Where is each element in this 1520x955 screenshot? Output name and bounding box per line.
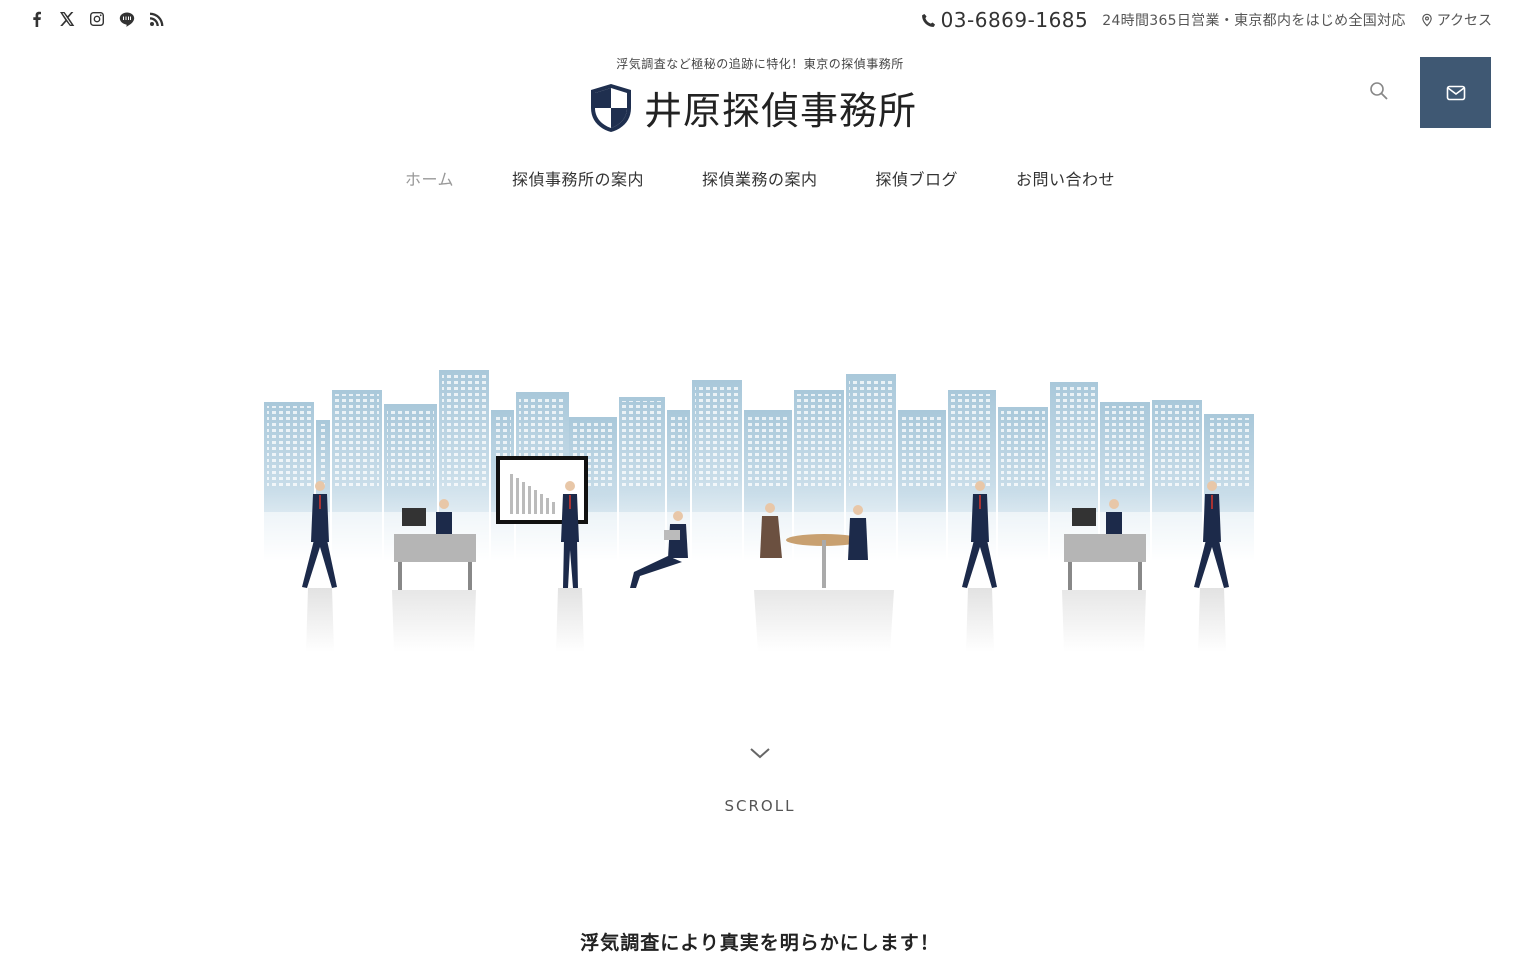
- desk-top: [394, 534, 476, 562]
- desk-leg: [468, 562, 472, 590]
- access-label: アクセス: [1436, 13, 1492, 29]
- desk-top: [1064, 534, 1146, 562]
- scroll-label: SCROLL: [724, 797, 796, 815]
- person-body: [1106, 512, 1122, 534]
- building-windows: [622, 401, 662, 486]
- business-people-cityscape-illustration: [264, 370, 1256, 652]
- nav-item-blog[interactable]: 探偵ブログ: [876, 166, 959, 190]
- search-icon: [1370, 82, 1388, 100]
- person-tie: [979, 495, 981, 509]
- building-windows: [1155, 404, 1199, 486]
- person-head: [315, 481, 325, 491]
- person-tie: [1211, 495, 1213, 509]
- building-windows: [695, 384, 739, 486]
- nav-item-services[interactable]: 探偵業務の案内: [702, 166, 818, 190]
- search-button[interactable]: [1368, 80, 1390, 102]
- person-reflection: [966, 588, 994, 652]
- meeting-reflection: [754, 590, 894, 652]
- desk-leg: [1138, 562, 1142, 590]
- phone-link[interactable]: 03-6869-1685: [921, 8, 1089, 32]
- building-windows: [747, 414, 789, 486]
- monitor: [402, 508, 426, 526]
- site-tagline: 浮気調査など極秘の追跡に特化！東京の探偵事務所: [616, 57, 904, 71]
- social-links: [28, 9, 166, 29]
- building-windows: [319, 424, 327, 486]
- site-name: 井原探偵事務所: [644, 89, 918, 133]
- person-reflection: [556, 588, 584, 652]
- building-windows: [335, 394, 379, 486]
- building-windows: [1103, 406, 1147, 486]
- line-icon[interactable]: [118, 9, 136, 29]
- shield-icon: [591, 83, 631, 132]
- person-body: [436, 512, 452, 534]
- monitor: [1072, 508, 1096, 526]
- x-icon[interactable]: [58, 9, 76, 29]
- building-windows: [387, 408, 434, 486]
- mail-icon: [1446, 85, 1465, 100]
- chevron-down-icon: [750, 748, 770, 759]
- board-bar: [534, 490, 537, 514]
- person-head: [853, 505, 863, 515]
- desk-leg: [1068, 562, 1072, 590]
- contact-mail-button[interactable]: [1420, 57, 1491, 128]
- person-tie: [569, 495, 571, 509]
- main-nav: ホーム 探偵事務所の案内 探偵業務の案内 探偵ブログ お問い合わせ: [0, 166, 1520, 190]
- building-windows: [442, 374, 486, 486]
- board-bar: [552, 502, 555, 514]
- phone-icon: [921, 13, 935, 27]
- nav-item-office[interactable]: 探偵事務所の案内: [512, 166, 644, 190]
- access-link[interactable]: アクセス: [1420, 10, 1492, 30]
- board-bar: [510, 474, 513, 514]
- desk-reflection: [1062, 590, 1146, 652]
- building-windows: [267, 406, 311, 486]
- instagram-icon[interactable]: [88, 9, 106, 29]
- top-bar: 03-6869-1685 24時間365日営業・東京都内をはじめ全国対応 アクセ…: [0, 0, 1520, 42]
- person-body: [848, 518, 868, 560]
- table-stand: [822, 540, 826, 588]
- person-reflection: [306, 588, 334, 652]
- nav-item-home[interactable]: ホーム: [405, 166, 454, 190]
- section-headline: 浮気調査により真実を明らかにします！: [580, 932, 940, 954]
- facebook-icon[interactable]: [28, 9, 46, 29]
- person-head: [1109, 499, 1119, 509]
- building-windows: [849, 378, 893, 486]
- person-head: [975, 481, 985, 491]
- map-pin-icon: [1421, 13, 1432, 27]
- contact-info: 03-6869-1685 24時間365日営業・東京都内をはじめ全国対応 アクセ…: [921, 8, 1492, 32]
- person-body: [668, 524, 688, 558]
- board-bar: [540, 494, 543, 514]
- rss-icon[interactable]: [148, 9, 166, 29]
- person-head: [565, 481, 575, 491]
- board-bar: [516, 478, 519, 514]
- person-head: [439, 499, 449, 509]
- building-windows: [797, 394, 841, 486]
- person-tie: [319, 495, 321, 509]
- building-windows: [901, 414, 943, 486]
- person-head: [765, 503, 775, 513]
- building-windows: [1207, 418, 1251, 486]
- building-windows: [1001, 411, 1045, 486]
- hero-illustration: [264, 362, 1256, 672]
- laptop: [664, 530, 680, 540]
- board-bar: [546, 498, 549, 514]
- desk-leg: [398, 562, 402, 590]
- person-head: [673, 511, 683, 521]
- nav-item-contact[interactable]: お問い合わせ: [1016, 166, 1115, 190]
- board-bar: [522, 482, 525, 514]
- desk-reflection: [392, 590, 476, 652]
- phone-number: 03-6869-1685: [940, 8, 1089, 32]
- business-hours: 24時間365日営業・東京都内をはじめ全国対応: [1102, 13, 1406, 29]
- person-head: [1207, 481, 1217, 491]
- site-logo[interactable]: 井原探偵事務所: [588, 80, 917, 135]
- building-windows: [1053, 386, 1095, 486]
- board-bar: [528, 486, 531, 514]
- scroll-indicator[interactable]: SCROLL: [0, 745, 1520, 815]
- building-windows: [951, 394, 993, 486]
- person-reflection: [1198, 588, 1226, 652]
- building-windows: [670, 414, 687, 486]
